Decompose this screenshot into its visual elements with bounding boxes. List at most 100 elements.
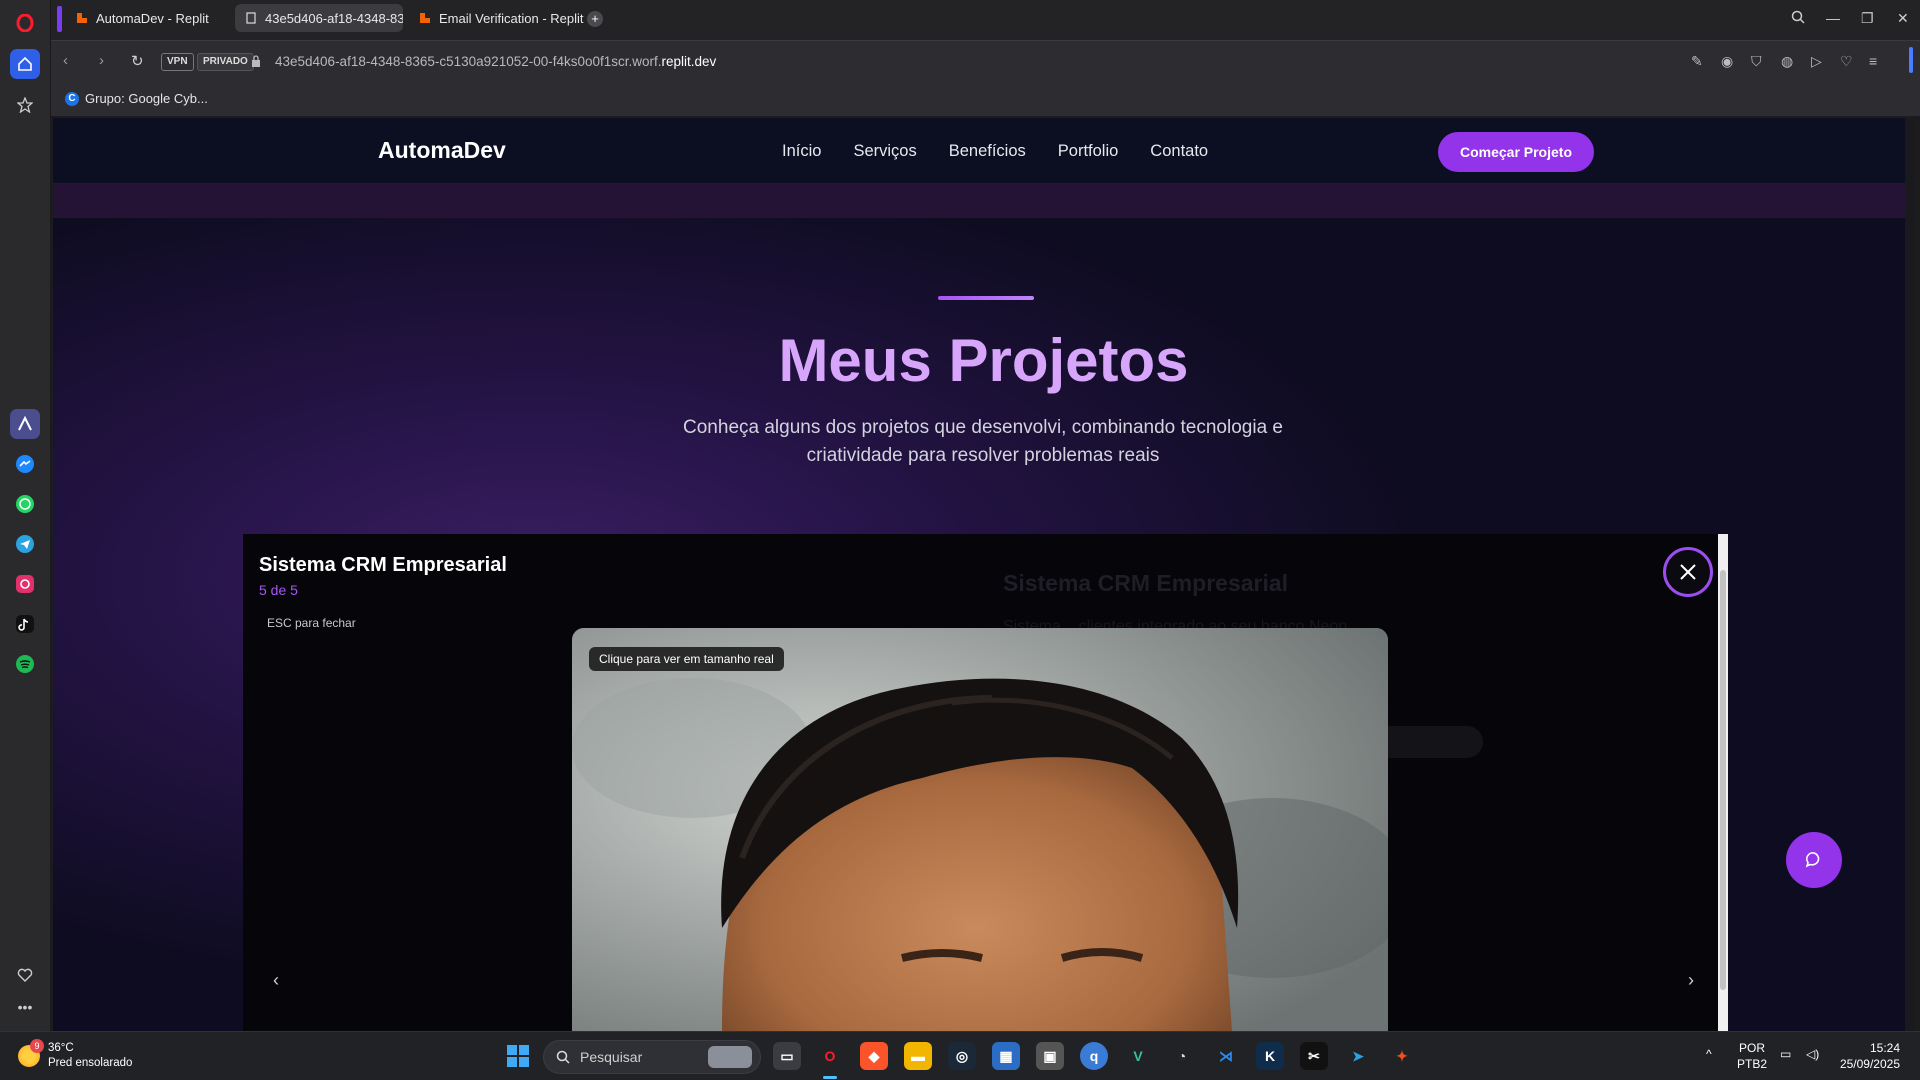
kotlin-icon[interactable]: K bbox=[1256, 1042, 1284, 1070]
close-window-icon[interactable]: ✕ bbox=[1897, 10, 1909, 27]
minimize-icon[interactable]: — bbox=[1826, 10, 1840, 26]
search-tabs-icon[interactable] bbox=[1791, 10, 1805, 27]
camera-icon[interactable]: ◉ bbox=[1721, 53, 1733, 70]
windows-start-icon[interactable] bbox=[504, 1042, 532, 1070]
home-icon[interactable] bbox=[10, 49, 40, 79]
prev-image-button[interactable]: ‹ bbox=[273, 970, 279, 991]
telegram-taskbar-icon[interactable]: ➤ bbox=[1344, 1042, 1372, 1070]
tiktok-icon[interactable] bbox=[10, 609, 40, 639]
shield-icon[interactable]: ⛉ bbox=[1751, 53, 1762, 70]
site-logo[interactable]: AutomaDev bbox=[378, 137, 506, 164]
star-icon[interactable] bbox=[10, 90, 40, 120]
messenger-icon[interactable] bbox=[10, 449, 40, 479]
taskbar-search[interactable]: Pesquisar bbox=[543, 1040, 761, 1074]
bookmark-label: Grupo: Google Cyb... bbox=[85, 91, 208, 106]
translate-icon[interactable]: ◍ bbox=[1781, 53, 1793, 70]
chat-icon bbox=[1805, 852, 1820, 868]
vpn-badge[interactable]: VPN bbox=[161, 53, 194, 71]
figma-icon[interactable]: ✦ bbox=[1388, 1042, 1416, 1070]
document-icon bbox=[246, 12, 256, 24]
reload-icon[interactable]: ↻ bbox=[131, 52, 144, 70]
weather-widget[interactable]: 9 36°C Pred ensolarado bbox=[18, 1039, 133, 1071]
file-explorer-icon[interactable]: ▬ bbox=[904, 1042, 932, 1070]
chat-button[interactable] bbox=[1786, 832, 1842, 888]
portrait-illustration bbox=[572, 628, 1388, 1031]
opera-active-indicator bbox=[823, 1076, 837, 1079]
network-icon[interactable]: ▭ bbox=[1780, 1046, 1791, 1062]
telegram-icon[interactable] bbox=[10, 529, 40, 559]
tray-chevron-icon[interactable]: ^ bbox=[1706, 1046, 1712, 1062]
menu-icon[interactable]: ≡ bbox=[1869, 53, 1877, 69]
language-indicator[interactable]: POR PTB2 bbox=[1737, 1040, 1767, 1072]
background-project-title: Sistema CRM Empresarial bbox=[1003, 570, 1289, 596]
replit-icon bbox=[77, 13, 87, 23]
opera-taskbar-icon[interactable]: O bbox=[816, 1042, 844, 1070]
search-highlight-icon bbox=[708, 1046, 752, 1068]
tab-email-verification[interactable]: Email Verification - Replit bbox=[409, 4, 609, 32]
tab-label: Email Verification - Replit bbox=[439, 10, 584, 26]
favorite-icon[interactable]: ♡ bbox=[1840, 53, 1853, 70]
search-placeholder: Pesquisar bbox=[580, 1049, 643, 1065]
site-nav: Início Serviços Benefícios Portfolio Con… bbox=[782, 142, 1208, 161]
nav-contato[interactable]: Contato bbox=[1150, 142, 1208, 161]
capcut-icon[interactable]: ✂ bbox=[1300, 1042, 1328, 1070]
bookmarks-bar: C Grupo: Google Cyb... bbox=[51, 82, 1920, 116]
restore-icon[interactable]: ❐ bbox=[1861, 10, 1874, 27]
project-image[interactable]: Clique para ver em tamanho real bbox=[572, 628, 1388, 1031]
steam-icon[interactable]: ◎ bbox=[948, 1042, 976, 1070]
title-accent-bar bbox=[938, 296, 1034, 300]
lightbox-title: Sistema CRM Empresarial bbox=[259, 554, 507, 576]
weather-desc: Pred ensolarado bbox=[48, 1057, 133, 1069]
nav-servicos[interactable]: Serviços bbox=[853, 142, 916, 161]
obs-icon[interactable]: ◔ bbox=[1168, 1042, 1196, 1070]
nav-beneficios[interactable]: Benefícios bbox=[949, 142, 1026, 161]
view-full-size-hint[interactable]: Clique para ver em tamanho real bbox=[589, 647, 784, 671]
scroll-thumb[interactable] bbox=[1720, 570, 1726, 990]
url-text[interactable]: 43e5d406-af18-4348-8365-c5130a921052-00-… bbox=[275, 54, 716, 69]
task-view-icon[interactable]: ▭ bbox=[773, 1042, 801, 1070]
instagram-icon[interactable] bbox=[10, 569, 40, 599]
bookmark-item[interactable]: C Grupo: Google Cyb... bbox=[65, 91, 208, 106]
nav-portfolio[interactable]: Portfolio bbox=[1058, 142, 1119, 161]
next-image-button[interactable]: › bbox=[1688, 970, 1694, 991]
start-project-button[interactable]: Começar Projeto bbox=[1438, 132, 1594, 172]
page-scrollbar[interactable] bbox=[1905, 118, 1914, 1031]
aria-icon[interactable] bbox=[10, 409, 40, 439]
tab-automadev[interactable]: AutomaDev - Replit bbox=[66, 4, 236, 32]
tab-strip: AutomaDev - Replit 43e5d406-af18-4348-83… bbox=[51, 0, 1920, 40]
lock-icon[interactable] bbox=[251, 54, 261, 72]
store-icon[interactable]: ▦ bbox=[992, 1042, 1020, 1070]
background-button bbox=[1373, 726, 1483, 758]
qbittorrent-icon[interactable]: q bbox=[1080, 1042, 1108, 1070]
vscode-icon[interactable]: ⋊ bbox=[1212, 1042, 1240, 1070]
forward-icon[interactable]: › bbox=[99, 52, 104, 69]
spotify-icon[interactable] bbox=[10, 649, 40, 679]
new-tab-button[interactable]: + bbox=[587, 11, 603, 27]
volume-icon[interactable]: ◁) bbox=[1806, 1046, 1819, 1062]
url-path: 43e5d406-af18-4348-8365-c5130a921052-00-… bbox=[275, 54, 662, 69]
opera-logo-icon[interactable] bbox=[10, 8, 40, 38]
clock[interactable]: 15:24 25/09/2025 bbox=[1838, 1040, 1900, 1072]
heart-icon[interactable] bbox=[10, 960, 40, 990]
whatsapp-icon[interactable] bbox=[10, 489, 40, 519]
more-icon[interactable]: ••• bbox=[10, 992, 40, 1022]
nav-inicio[interactable]: Início bbox=[782, 142, 821, 161]
edit-icon[interactable]: ✎ bbox=[1691, 53, 1703, 70]
close-lightbox-button[interactable] bbox=[1663, 547, 1713, 597]
page-viewport: AutomaDev Início Serviços Benefícios Por… bbox=[53, 118, 1914, 1031]
tab-label: AutomaDev - Replit bbox=[96, 10, 209, 26]
back-icon[interactable]: ‹ bbox=[63, 52, 68, 69]
project-lightbox: Sistema CRM Empresarial Sistema... clien… bbox=[243, 534, 1728, 1031]
send-icon[interactable]: ▷ bbox=[1811, 53, 1822, 70]
sidebar-toggle[interactable] bbox=[1909, 47, 1913, 73]
visual-studio-icon[interactable]: V bbox=[1124, 1042, 1152, 1070]
app-icon[interactable]: ▣ bbox=[1036, 1042, 1064, 1070]
brave-icon[interactable]: ◆ bbox=[860, 1042, 888, 1070]
url-domain: replit.dev bbox=[661, 54, 717, 69]
lang-code: POR bbox=[1739, 1041, 1766, 1055]
lightbox-scrollbar[interactable] bbox=[1718, 534, 1728, 1031]
esc-hint: ESC para fechar bbox=[267, 616, 356, 630]
weather-temp: 36°C bbox=[48, 1042, 74, 1054]
tab-project[interactable]: 43e5d406-af18-4348-836 bbox=[235, 4, 403, 32]
private-badge: PRIVADO bbox=[197, 53, 254, 71]
